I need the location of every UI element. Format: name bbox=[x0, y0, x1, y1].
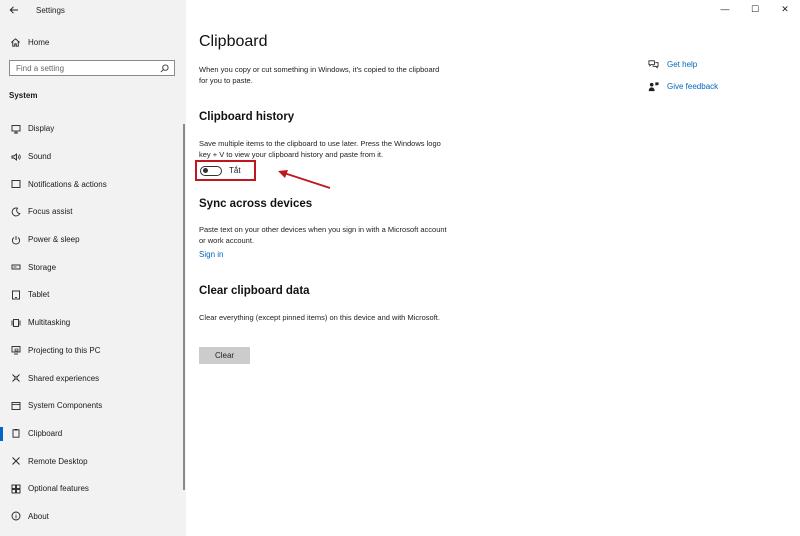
clear-button[interactable]: Clear bbox=[199, 347, 250, 364]
sidebar-item-label: Power & sleep bbox=[28, 235, 80, 245]
optional-features-icon bbox=[10, 483, 21, 494]
sidebar-item-label: Shared experiences bbox=[28, 373, 100, 383]
sidebar-item-label: Multitasking bbox=[28, 318, 71, 328]
intro-text: When you copy or cut something in Window… bbox=[199, 65, 440, 85]
give-feedback-link[interactable]: Give feedback bbox=[648, 80, 718, 92]
clipboard-icon bbox=[10, 428, 21, 439]
get-help-link[interactable]: Get help bbox=[648, 58, 718, 70]
sidebar-item-label: Optional features bbox=[28, 484, 89, 494]
clipboard-history-toggle-highlight: Tắt bbox=[195, 160, 256, 181]
sidebar-item-projecting[interactable]: Projecting to this PC bbox=[0, 337, 186, 365]
sidebar-item-label: System Components bbox=[28, 401, 103, 411]
sidebar-item-label: Display bbox=[28, 124, 55, 134]
give-feedback-label: Give feedback bbox=[667, 81, 719, 91]
focus-assist-icon bbox=[10, 206, 21, 217]
back-arrow-icon bbox=[9, 6, 18, 14]
sidebar-item-notifications[interactable]: Notifications & actions bbox=[0, 170, 186, 198]
clipboard-history-description: Save multiple items to the clipboard to … bbox=[199, 139, 441, 159]
clipboard-history-heading: Clipboard history bbox=[199, 111, 295, 123]
power-icon bbox=[10, 234, 21, 245]
sync-heading: Sync across devices bbox=[199, 198, 313, 210]
feedback-person-icon bbox=[648, 81, 659, 91]
sidebar-item-storage[interactable]: Storage bbox=[0, 253, 186, 281]
window-controls: — ☐ ✕ bbox=[710, 0, 800, 18]
projecting-icon bbox=[10, 345, 21, 356]
display-icon bbox=[10, 123, 21, 134]
clipboard-history-toggle[interactable] bbox=[200, 165, 222, 176]
sidebar-item-display[interactable]: Display bbox=[0, 115, 186, 143]
sidebar-item-label: Clipboard bbox=[28, 428, 63, 438]
toggle-state-label: Tắt bbox=[229, 166, 241, 175]
sound-icon bbox=[10, 151, 21, 162]
remote-desktop-icon bbox=[10, 456, 21, 467]
sidebar-item-label: Storage bbox=[28, 262, 57, 272]
search-icon[interactable] bbox=[160, 64, 169, 73]
home-link[interactable]: Home bbox=[10, 35, 49, 49]
search-input[interactable] bbox=[16, 63, 156, 73]
get-help-label: Get help bbox=[667, 59, 698, 69]
sidebar-item-label: Projecting to this PC bbox=[28, 345, 101, 355]
minimize-button[interactable]: — bbox=[710, 0, 740, 18]
sidebar-item-sound[interactable]: Sound bbox=[0, 143, 186, 171]
sidebar-scrollbar[interactable] bbox=[183, 124, 185, 490]
back-button[interactable] bbox=[0, 0, 28, 20]
sidebar-item-label: Notifications & actions bbox=[28, 179, 107, 189]
annotation-arrow-icon bbox=[278, 170, 331, 189]
shared-experiences-icon bbox=[10, 373, 21, 384]
clear-data-heading: Clear clipboard data bbox=[199, 285, 310, 297]
sidebar-item-remote-desktop[interactable]: Remote Desktop bbox=[0, 447, 186, 475]
sidebar-item-power-sleep[interactable]: Power & sleep bbox=[0, 226, 186, 254]
sidebar-item-label: Tablet bbox=[28, 290, 50, 300]
maximize-button[interactable]: ☐ bbox=[740, 0, 770, 18]
sign-in-link[interactable]: Sign in bbox=[199, 250, 223, 259]
clear-data-description: Clear everything (except pinned items) o… bbox=[199, 313, 440, 322]
tablet-icon bbox=[10, 289, 21, 300]
sidebar-item-tablet[interactable]: Tablet bbox=[0, 281, 186, 309]
chat-bubble-icon bbox=[648, 59, 659, 69]
help-panel: Get help Give feedback bbox=[648, 58, 718, 102]
system-components-icon bbox=[10, 400, 21, 411]
home-label: Home bbox=[28, 37, 50, 47]
page-title: Clipboard bbox=[199, 33, 268, 50]
close-button[interactable]: ✕ bbox=[770, 0, 800, 18]
toggle-knob bbox=[203, 167, 208, 173]
search-box bbox=[9, 60, 175, 76]
sidebar-item-about[interactable]: About bbox=[0, 503, 186, 531]
sidebar-item-label: About bbox=[28, 511, 49, 521]
app-title: Settings bbox=[36, 5, 65, 15]
sidebar-item-optional-features[interactable]: Optional features bbox=[0, 475, 186, 503]
sidebar: Settings Home System Display Sound Notif… bbox=[0, 0, 186, 536]
sidebar-item-system-components[interactable]: System Components bbox=[0, 392, 186, 420]
sidebar-item-label: Remote Desktop bbox=[28, 456, 88, 466]
sidebar-item-focus-assist[interactable]: Focus assist bbox=[0, 198, 186, 226]
sidebar-item-shared-experiences[interactable]: Shared experiences bbox=[0, 364, 186, 392]
multitasking-icon bbox=[10, 317, 21, 328]
about-icon bbox=[10, 511, 21, 522]
sidebar-nav: Display Sound Notifications & actions Fo… bbox=[0, 115, 186, 530]
title-bar: Settings bbox=[0, 0, 186, 20]
sync-description: Paste text on your other devices when yo… bbox=[199, 225, 447, 245]
sidebar-item-label: Focus assist bbox=[28, 207, 73, 217]
section-label-system: System bbox=[9, 91, 38, 100]
sidebar-item-multitasking[interactable]: Multitasking bbox=[0, 309, 186, 337]
sidebar-item-label: Sound bbox=[28, 152, 52, 162]
home-icon bbox=[11, 37, 20, 47]
sidebar-item-clipboard[interactable]: Clipboard bbox=[0, 420, 186, 448]
notifications-icon bbox=[10, 179, 21, 190]
storage-icon bbox=[10, 262, 21, 273]
